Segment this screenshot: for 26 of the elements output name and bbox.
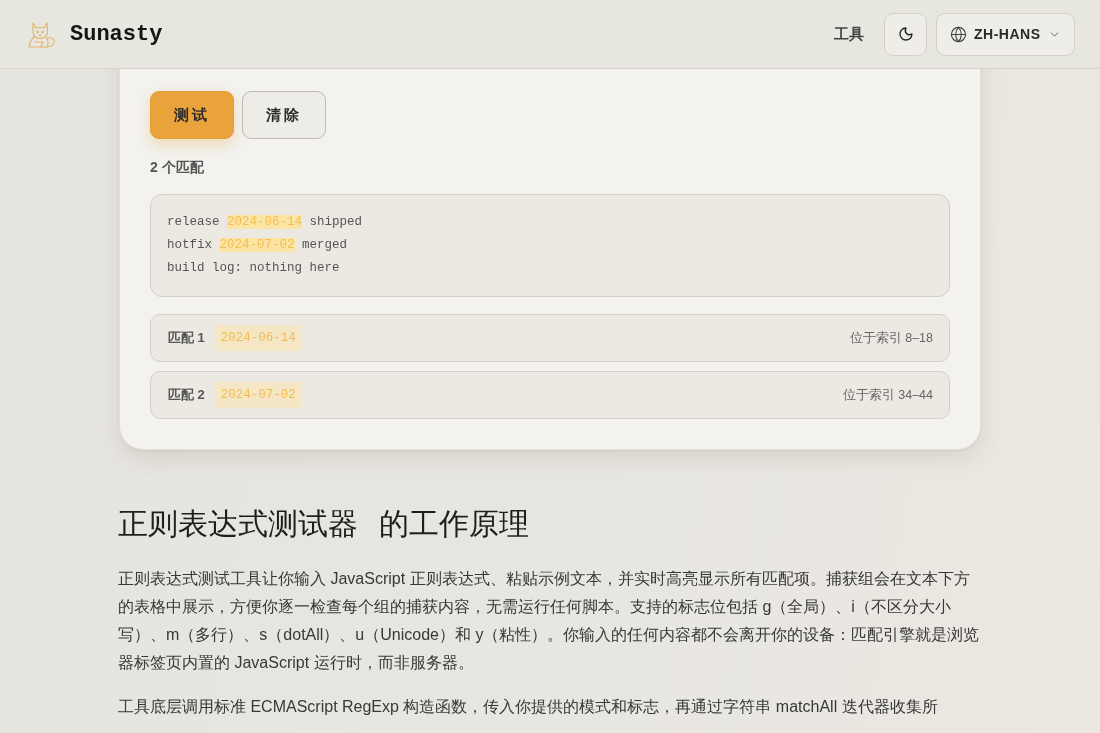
language-selector[interactable]: ZH-HANS <box>936 12 1075 56</box>
sample-text: hotfix <box>167 238 213 252</box>
match-position: 位于索引 34–44 <box>842 386 933 404</box>
clear-button[interactable]: 清除 <box>242 91 326 139</box>
match-label: 匹配 1 <box>168 329 205 347</box>
match-label: 匹配 2 <box>168 386 205 404</box>
moon-icon <box>897 26 914 42</box>
brand-name: Sunasty <box>70 21 163 47</box>
paragraph: 工具底层调用标准 ECMAScript RegExp 构造函数，传入你提供的模式和标志，再通过字符串 matchAll 迭代器收集所 <box>118 697 939 717</box>
test-button[interactable]: 测试 <box>150 91 234 139</box>
test-text-field[interactable]: release 2024-06-14 shipped hotfix 2024-07-02 merged build log: nothing here <box>150 194 950 297</box>
paragraph: 正则表达式测试工具让你输入 JavaScript 正则表达式、粘贴示例文本，并实时高亮显示所有匹配项。捕获组会在文本下方的表格中展示，方便你逐一检查每个组的捕获内容，无需运行任何脚本。支持的标志位包括 g（全局）、i（不区分大小写）、m（多行）、s（dotAll）、u（Unicode）和 y（粘性）。你输入的任何内容都不会离开你的设备：匹配引擎就是浏览器标签页内置的 JavaScript 运行时，而非服务器。 <box>118 569 981 673</box>
sample-text: build log: nothing here <box>167 261 340 275</box>
tools-link[interactable]: 工具 <box>834 24 864 44</box>
sample-text: release <box>167 215 221 229</box>
sample-text: merged <box>301 238 348 252</box>
match-value: 2024-06-14 <box>214 325 302 351</box>
globe-icon <box>950 25 967 43</box>
match-count: 2 个匹配 <box>150 158 204 177</box>
theme-toggle-button[interactable] <box>884 12 927 56</box>
match-position: 位于索引 8–18 <box>849 329 933 347</box>
section-heading: 正则表达式测试器 的工作原理 <box>118 506 529 542</box>
highlighted-match: 2024-07-02 <box>219 238 295 252</box>
match-value: 2024-07-02 <box>214 382 302 408</box>
sample-text: shipped <box>308 215 363 229</box>
highlighted-match: 2024-06-14 <box>227 215 303 229</box>
